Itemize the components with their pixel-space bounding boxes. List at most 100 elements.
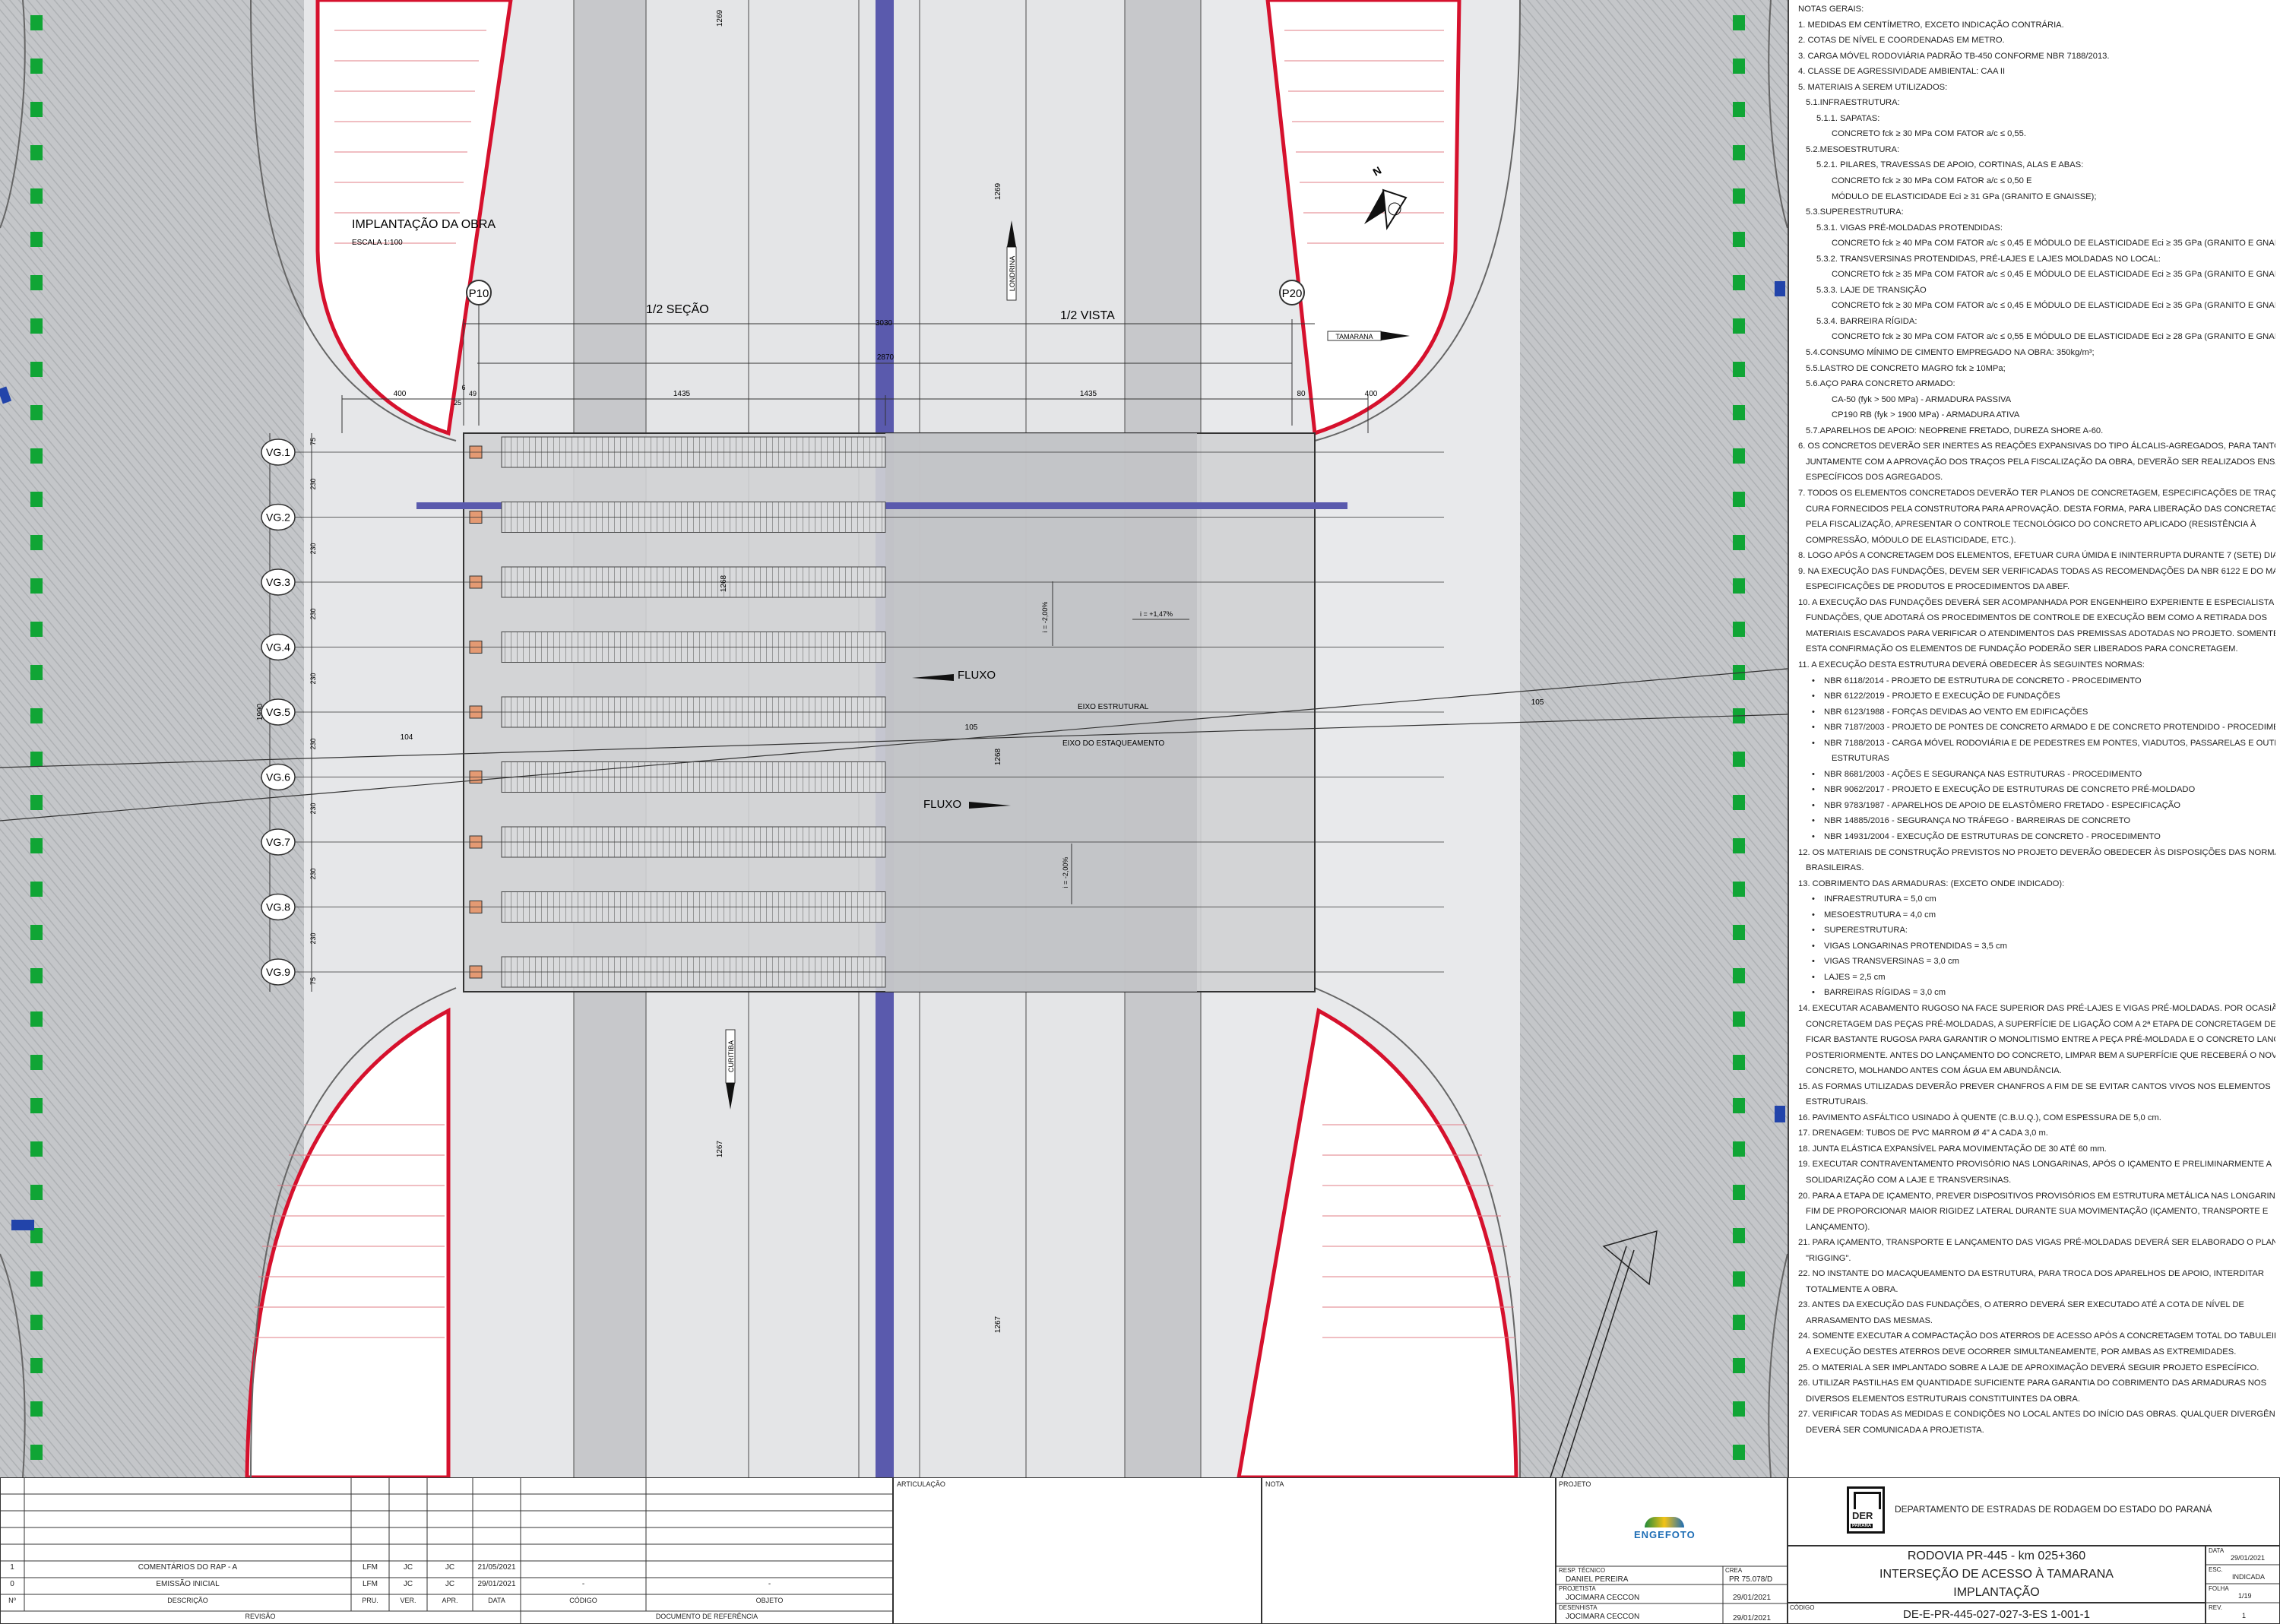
note-line: 22. NO INSTANTE DO MACAQUEAMENTO DA ESTR…: [1798, 1269, 2264, 1279]
note-line: TOTALMENTE A OBRA.: [1806, 1284, 1898, 1294]
rev-0-desc: EMISSÃO INICIAL: [156, 1580, 220, 1588]
rev-footer-revision: REVISÃO: [245, 1613, 276, 1620]
edge-marker: [30, 492, 43, 507]
drawing-code: DE-E-PR-445-027-027-3-ES 1-001-1: [1903, 1608, 2090, 1621]
note-line: 7. TODOS OS ELEMENTOS CONCRETADOS DEVERÃ…: [1798, 488, 2275, 498]
rev-1-number: 1: [10, 1563, 14, 1572]
girder-spacing-label: 230: [309, 868, 317, 879]
dim-1269-top: 1269: [716, 9, 724, 27]
general-notes: NOTAS GERAIS: 1. MEDIDAS EM CENTÍMETRO, …: [1788, 0, 2275, 1477]
note-line: ESPECÍFICOS DOS AGREGADOS.: [1806, 473, 1943, 483]
edge-marker: [30, 968, 43, 983]
note-line: 5.2.1. PILARES, TRAVESSAS DE APOIO, CORT…: [1816, 160, 2084, 170]
note-line: POSTERIORMENTE. ANTES DO LANÇAMENTO DO C…: [1806, 1050, 2275, 1060]
edge-marker: [1733, 1141, 1745, 1157]
drawing-scale: ESCALA 1:100: [352, 239, 403, 247]
drafter-label: DESENHISTA: [1559, 1604, 1598, 1611]
note-line: 3. CARGA MÓVEL RODOVIÁRIA PADRÃO TB-450 …: [1798, 51, 2110, 61]
note-line: NBR 8681/2003 - AÇÕES E SEGURANÇA NAS ES…: [1789, 767, 2275, 783]
note-line: 13. COBRIMENTO DAS ARMADURAS: (EXCETO ON…: [1798, 878, 2065, 888]
note-line: ESTRUTURAS: [1832, 754, 1889, 764]
drafter-date: 29/01/2021: [1733, 1614, 1772, 1622]
edge-marker: [1733, 275, 1745, 290]
edge-marker: [1733, 795, 1745, 810]
rev-1-apr: JC: [445, 1563, 455, 1572]
rev-0-code: -: [581, 1580, 585, 1588]
note-line: BARREIRAS RÍGIDAS = 3,0 cm: [1789, 985, 2275, 1001]
note-line: NBR 14931/2004 - EXECUÇÃO DE ESTRUTURAS …: [1789, 829, 2275, 845]
note-line: FICAR BASTANTE RUGOSA PARA GARANTIR O MO…: [1806, 1035, 2275, 1045]
section-label: 1/2 SEÇÃO: [646, 301, 709, 316]
designer-label: PROJETISTA: [1559, 1585, 1596, 1592]
drafter-name: JOCIMARA CECCON: [1566, 1613, 1640, 1621]
note-line: 5.3.SUPERESTRUTURA:: [1806, 207, 1904, 217]
edge-marker: [1733, 102, 1745, 117]
rev-header-code: CÓDIGO: [569, 1597, 597, 1604]
note-line: 9. NA EXECUÇÃO DAS FUNDAÇÕES, DEVEM SER …: [1798, 566, 2275, 576]
edge-marker: [30, 622, 43, 637]
edge-marker: [1733, 925, 1745, 940]
dim-1267-b: 1267: [994, 1315, 1002, 1333]
note-line: 15. AS FORMAS UTILIZADAS DEVERÃO PREVER …: [1798, 1081, 2271, 1091]
note-line: 5.1.INFRAESTRUTURA:: [1806, 98, 1900, 108]
rev-header-number: Nº: [8, 1597, 16, 1604]
rev-0-number: 0: [10, 1580, 14, 1588]
edge-marker: [1733, 492, 1745, 507]
note-line: 23. ANTES DA EXECUÇÃO DAS FUNDAÇÕES, O A…: [1798, 1300, 2244, 1310]
edge-marker: [30, 405, 43, 420]
note-line: 10. A EXECUÇÃO DAS FUNDAÇÕES DEVERÁ SER …: [1798, 597, 2275, 607]
edge-marker: [1733, 1271, 1745, 1287]
flow-label-top: FLUXO: [958, 669, 996, 682]
note-line: CONCRETO fck ≥ 30 MPa COM FATOR a/c ≤ 0,…: [1832, 176, 2032, 186]
girder-label: VG.8: [266, 901, 290, 913]
edge-marker: [1733, 1315, 1745, 1330]
dim-1268-b: 1268: [994, 748, 1002, 765]
note-line: A EXECUÇÃO DESTES ATERROS DEVE OCORRER S…: [1806, 1347, 2237, 1357]
note-line: 5.4.CONSUMO MÍNIMO DE CIMENTO EMPREGADO …: [1806, 348, 2095, 358]
girder-labels: VG.1 VG.2 VG.3 VG.4 VG.5 VG.6 VG.7 VG.8 VG.9: [261, 438, 296, 986]
edge-marker: [1733, 752, 1745, 767]
girder-spacing-label: 230: [309, 478, 317, 489]
note-line: 2. COTAS DE NÍVEL E COORDENADAS EM METRO…: [1798, 36, 2005, 46]
rev-footer-reference: DOCUMENTO DE REFERÊNCIA: [655, 1613, 758, 1620]
girder-label: VG.4: [266, 641, 290, 654]
edge-marker: [30, 1271, 43, 1287]
note-line: ESPECIFICAÇÕES DE PRODUTOS E PROCEDIMENT…: [1806, 582, 2070, 592]
slope-label-c: i = +1,47%: [1140, 610, 1173, 618]
title-line-1: RODOVIA PR-445 - km 025+360: [1907, 1550, 2086, 1562]
note-line: CURA FORNECIDOS PELA CONSTRUTORA PARA AP…: [1806, 504, 2275, 514]
edge-marker: [1733, 1445, 1745, 1460]
bridge-plan-drawing: P10 P20 IMPLANTAÇÃO DA OBRA ESCALA 1:100…: [0, 0, 1788, 1477]
edge-marker: [30, 1401, 43, 1417]
edge-marker: [30, 145, 43, 160]
note-line: LANÇAMENTO).: [1806, 1222, 1870, 1232]
edge-marker: [30, 665, 43, 680]
notes-heading: NOTAS GERAIS:: [1798, 5, 1864, 14]
dim-80: 80: [1297, 390, 1306, 398]
edge-marker: [30, 1141, 43, 1157]
note-line: NBR 14885/2016 - SEGURANÇA NO TRÁFEGO - …: [1789, 813, 2275, 829]
note-line: CP190 RB (fyk > 1900 MPa) - ARMADURA ATI…: [1832, 410, 2020, 420]
edge-marker: [30, 448, 43, 464]
edge-marker: [30, 752, 43, 767]
girder-spacing-label: 230: [309, 543, 317, 554]
note-line: 11. A EXECUÇÃO DESTA ESTRUTURA DEVERÁ OB…: [1798, 660, 2145, 670]
der-logo-top-text: DER: [1852, 1510, 1873, 1521]
edge-marker: [30, 882, 43, 897]
dim-1435-right: 1435: [1080, 390, 1097, 398]
note-line: DIVERSOS ELEMENTOS ESTRUTURAIS CONSTITUI…: [1806, 1394, 2080, 1404]
dim-1267-a: 1267: [716, 1140, 724, 1157]
note-line: 6. OS CONCRETOS DEVERÃO SER INERTES AS R…: [1798, 442, 2275, 451]
dim-1435-left: 1435: [673, 390, 691, 398]
rev-header-pru: PRU.: [362, 1597, 378, 1604]
der-logo-bottom-text: PARANÁ: [1851, 1524, 1873, 1528]
edge-marker: [1733, 145, 1745, 160]
note-line: 24. SOMENTE EXECUTAR A COMPACTAÇÃO DOS A…: [1798, 1331, 2275, 1341]
note-line: VIGAS TRANSVERSINAS = 3,0 cm: [1789, 954, 2275, 970]
pillar-label-p20: P20: [1282, 287, 1303, 300]
note-line: PELA FISCALIZAÇÃO, APRESENTAR O CONTROLE…: [1806, 520, 2256, 530]
edge-marker: [30, 535, 43, 550]
resp-tech-label: RESP. TÉCNICO: [1559, 1567, 1606, 1574]
edge-marker: [1733, 448, 1745, 464]
dim-1269-mid: 1269: [994, 182, 1002, 200]
